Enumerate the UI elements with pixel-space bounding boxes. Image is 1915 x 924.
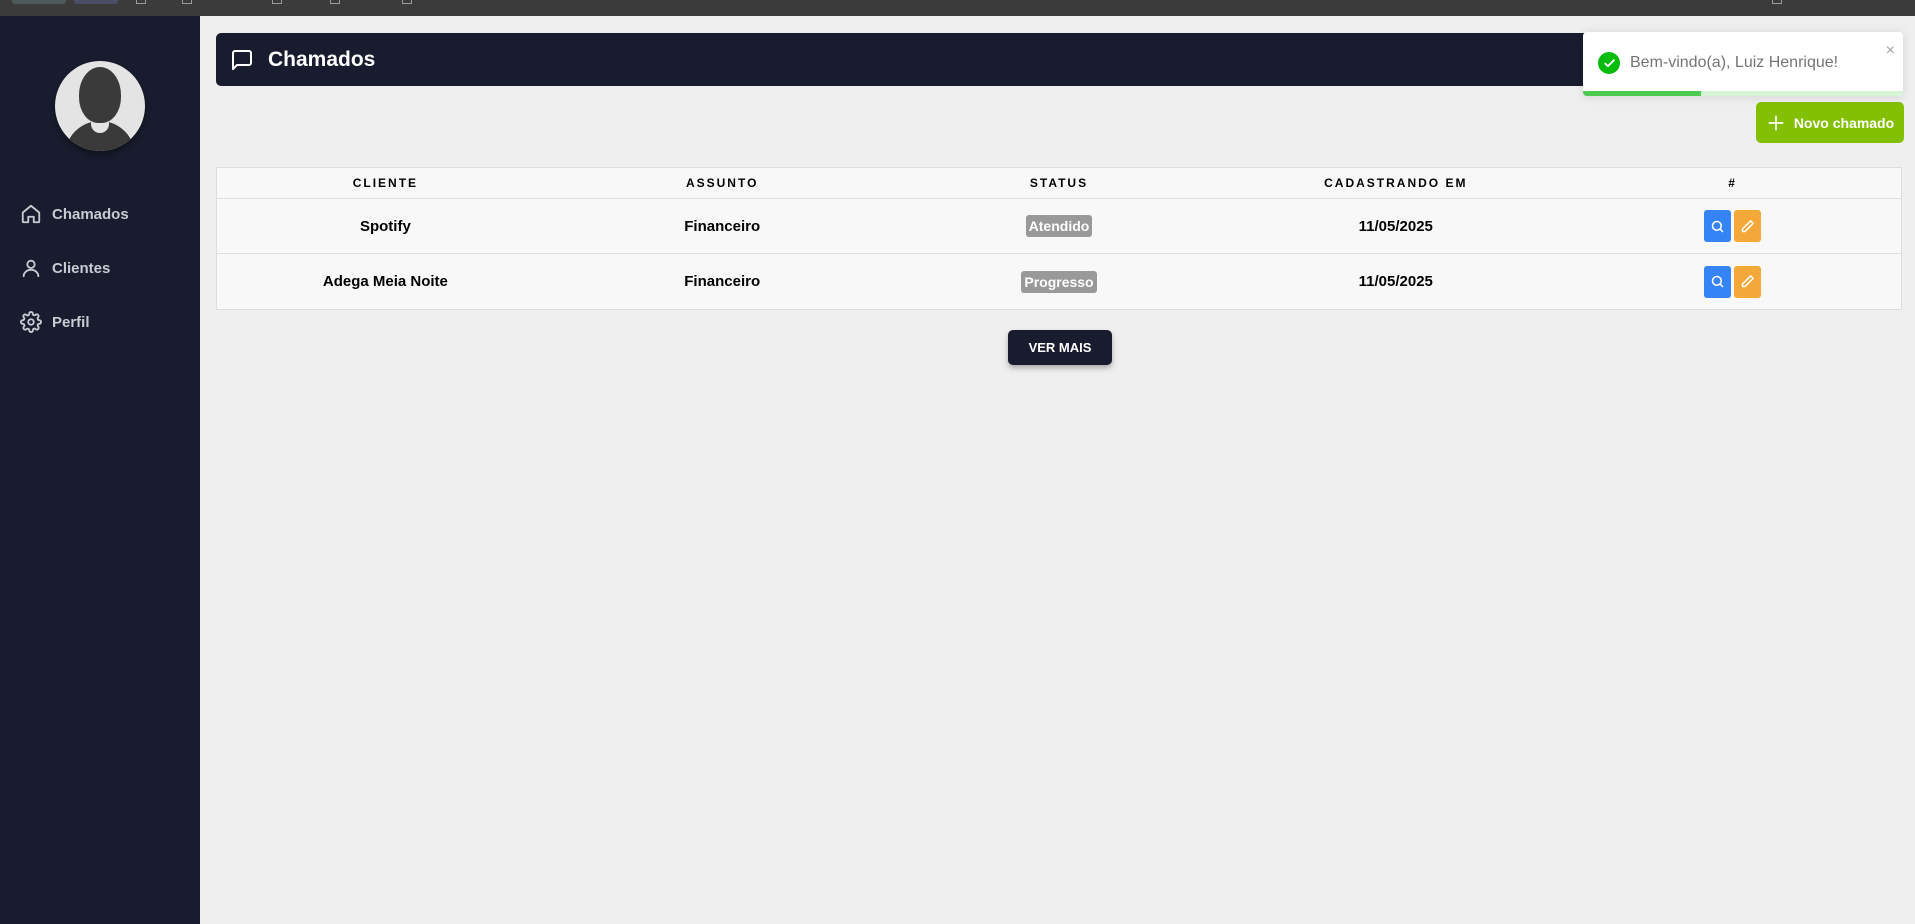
edit-ticket-button[interactable] <box>1734 265 1762 298</box>
page-title: Chamados <box>268 47 376 71</box>
cell-assunto: Financeiro <box>684 217 761 235</box>
column-header-cadastrando-em: CADASTRANDO EM <box>1324 176 1468 190</box>
row-actions <box>1564 210 1901 242</box>
new-ticket-label: Novo chamado <box>1793 114 1895 131</box>
pencil-icon <box>1741 219 1754 232</box>
new-ticket-button[interactable]: Novo chamado <box>1756 102 1904 143</box>
load-more-button[interactable]: VER MAIS <box>1008 330 1112 365</box>
tickets-table: CLIENTE ASSUNTO STATUS CADASTRANDO EM # … <box>216 167 1902 310</box>
status-badge: Progresso <box>1021 270 1097 293</box>
column-header-actions: # <box>1728 176 1737 190</box>
view-ticket-button[interactable] <box>1704 210 1732 242</box>
cell-cliente: Spotify <box>359 217 411 235</box>
cell-status: Progresso <box>891 270 1228 293</box>
gear-icon <box>20 311 42 333</box>
user-icon <box>22 259 40 278</box>
edit-ticket-button[interactable] <box>1734 210 1762 242</box>
bookmark-icon <box>136 0 146 4</box>
cell-actions <box>1564 210 1901 242</box>
column-header-cliente: CLIENTE <box>352 176 419 190</box>
browser-top-strip <box>0 0 1915 16</box>
search-icon <box>1711 220 1724 232</box>
toast-progress-track <box>1583 91 1903 96</box>
cell-cadastrando-em: 11/05/2025 <box>1358 217 1433 235</box>
plus-icon <box>1768 115 1784 130</box>
column-header-assunto: ASSUNTO <box>685 176 759 190</box>
bookmark-icon <box>272 0 282 4</box>
row-actions <box>1564 265 1901 298</box>
browser-tab-indicator <box>12 0 66 4</box>
search-icon <box>1711 275 1724 288</box>
toast-progress-bar <box>1583 91 1702 96</box>
table-row: Spotify Financeiro Atendido 11/05/2025 <box>217 199 1901 254</box>
sidebar-item-label: Chamados <box>52 205 129 223</box>
browser-tab-indicator <box>74 0 118 4</box>
sidebar-item-clientes[interactable]: Clientes <box>20 256 110 280</box>
bookmark-icon <box>1772 0 1782 4</box>
cell-assunto: Financeiro <box>684 273 761 290</box>
column-header-status: STATUS <box>1029 176 1089 190</box>
sidebar-item-chamados[interactable]: Chamados <box>20 202 129 226</box>
avatar[interactable] <box>55 61 145 151</box>
sidebar-item-label: Clientes <box>52 259 111 277</box>
cell-status: Atendido <box>891 215 1228 237</box>
home-icon <box>21 204 41 224</box>
status-badge: Atendido <box>1025 215 1093 237</box>
bookmark-icon <box>182 0 192 4</box>
view-ticket-button[interactable] <box>1704 265 1732 298</box>
table-row: Adega Meia Noite Financeiro Progresso 11… <box>217 254 1901 309</box>
cell-cadastrando-em: 11/05/2025 <box>1358 273 1433 290</box>
sidebar-item-perfil[interactable]: Perfil <box>20 310 90 334</box>
welcome-toast: Bem-vindo(a), Luiz Henrique! × <box>1583 32 1903 96</box>
avatar-silhouette-head <box>79 67 121 123</box>
cell-cliente: Adega Meia Noite <box>322 273 448 290</box>
cell-actions <box>1564 265 1901 298</box>
toast-message: Bem-vindo(a), Luiz Henrique! <box>1630 54 1839 71</box>
sidebar-item-label: Perfil <box>52 313 90 331</box>
bookmark-icon <box>402 0 412 4</box>
check-circle-icon <box>1598 52 1620 74</box>
sidebar: Chamados Clientes Perfil <box>0 16 200 924</box>
bookmark-icon <box>330 0 340 4</box>
pencil-icon <box>1741 275 1754 288</box>
close-icon[interactable]: × <box>1886 42 1895 60</box>
table-header-row: CLIENTE ASSUNTO STATUS CADASTRANDO EM # <box>217 168 1901 199</box>
message-icon <box>232 49 252 70</box>
